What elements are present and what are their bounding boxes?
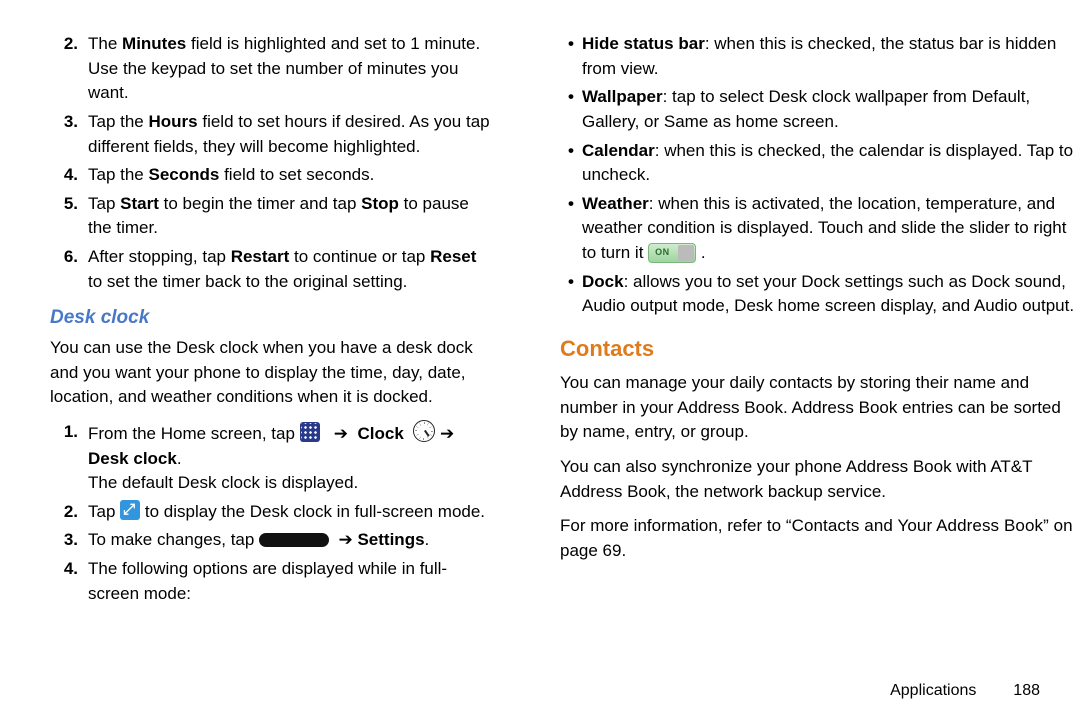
text: to display the Desk clock in full-screen… — [145, 502, 485, 521]
desk-step-2: 2. Tap to display the Desk clock in full… — [50, 500, 490, 525]
step-text: Tap the Hours field to set hours if desi… — [88, 110, 490, 159]
right-column: • Hide status bar: when this is checked,… — [510, 28, 1080, 610]
step-number: 3. — [50, 110, 88, 159]
bullet-dot: • — [560, 139, 582, 188]
bullet-text: Calendar: when this is checked, the cale… — [582, 139, 1080, 188]
desk-step-1: 1. From the Home screen, tap ➔ Clock ➔ D… — [50, 420, 490, 496]
step-number: 5. — [50, 192, 88, 241]
bullet-text: Dock: allows you to set your Dock settin… — [582, 270, 1080, 319]
step-number: 2. — [50, 500, 88, 525]
settings-label: Settings — [357, 530, 424, 549]
bullet-dot: • — [560, 192, 582, 266]
menu-key-icon — [259, 533, 329, 547]
bullet-text: Wallpaper: tap to select Desk clock wall… — [582, 85, 1080, 134]
step-number: 4. — [50, 557, 88, 606]
text: . — [701, 243, 706, 262]
contacts-paragraph-3: For more information, refer to “Contacts… — [560, 514, 1080, 563]
text: To make changes, tap — [88, 530, 259, 549]
step-text: Tap Start to begin the timer and tap Sto… — [88, 192, 490, 241]
bullet-calendar: • Calendar: when this is checked, the ca… — [560, 139, 1080, 188]
step-number: 2. — [50, 32, 88, 106]
bullet-wallpaper: • Wallpaper: tap to select Desk clock wa… — [560, 85, 1080, 134]
step-2: 2. The Minutes field is highlighted and … — [50, 32, 490, 106]
apps-grid-icon — [300, 422, 320, 442]
desk-clock-steps: 1. From the Home screen, tap ➔ Clock ➔ D… — [50, 420, 490, 606]
contacts-paragraph-1: You can manage your daily contacts by st… — [560, 371, 1080, 445]
step-text: Tap the Seconds field to set seconds. — [88, 163, 490, 188]
step-number: 6. — [50, 245, 88, 294]
step-number: 3. — [50, 528, 88, 553]
manual-page: 2. The Minutes field is highlighted and … — [0, 0, 1080, 610]
step-3: 3. Tap the Hours field to set hours if d… — [50, 110, 490, 159]
step-number: 1. — [50, 420, 88, 496]
step-text: To make changes, tap ➔ Settings. — [88, 528, 490, 553]
step-text: After stopping, tap Restart to continue … — [88, 245, 490, 294]
step-5: 5. Tap Start to begin the timer and tap … — [50, 192, 490, 241]
step-4: 4. Tap the Seconds field to set seconds. — [50, 163, 490, 188]
clock-icon — [413, 420, 435, 442]
desk-step-3: 3. To make changes, tap ➔ Settings. — [50, 528, 490, 553]
desk-clock-intro: You can use the Desk clock when you have… — [50, 336, 490, 410]
step-text: The Minutes field is highlighted and set… — [88, 32, 490, 106]
toggle-on-icon — [648, 243, 696, 263]
page-number: 188 — [1013, 682, 1040, 699]
bullet-dot: • — [560, 32, 582, 81]
desk-clock-heading: Desk clock — [50, 304, 490, 332]
text: Tap — [88, 502, 120, 521]
bullet-text: Weather: when this is activated, the loc… — [582, 192, 1080, 266]
section-name: Applications — [890, 682, 976, 699]
fullscreen-icon — [120, 500, 140, 520]
left-column: 2. The Minutes field is highlighted and … — [0, 28, 510, 610]
contacts-heading: Contacts — [560, 333, 1080, 365]
bullet-weather: • Weather: when this is activated, the l… — [560, 192, 1080, 266]
step-6: 6. After stopping, tap Restart to contin… — [50, 245, 490, 294]
text: The default Desk clock is displayed. — [88, 473, 358, 492]
desk-step-4: 4. The following options are displayed w… — [50, 557, 490, 606]
arrow: ➔ — [435, 424, 454, 443]
timer-steps-list: 2. The Minutes field is highlighted and … — [50, 32, 490, 294]
bullet-dock: • Dock: allows you to set your Dock sett… — [560, 270, 1080, 319]
text: For more information, refer to — [560, 516, 786, 535]
step-text: The following options are displayed whil… — [88, 557, 490, 606]
text: From the Home screen, tap — [88, 424, 300, 443]
contacts-paragraph-2: You can also synchronize your phone Addr… — [560, 455, 1080, 504]
desk-clock-label: Desk clock — [88, 449, 177, 468]
bullet-hide-status-bar: • Hide status bar: when this is checked,… — [560, 32, 1080, 81]
step-text: From the Home screen, tap ➔ Clock ➔ Desk… — [88, 420, 490, 496]
page-footer: Applications 188 — [890, 679, 1040, 702]
clock-label: Clock — [358, 424, 404, 443]
step-text: Tap to display the Desk clock in full-sc… — [88, 500, 490, 525]
bullet-text: Hide status bar: when this is checked, t… — [582, 32, 1080, 81]
cross-ref: “Contacts and Your Address Book” — [786, 516, 1049, 535]
step-number: 4. — [50, 163, 88, 188]
bullet-dot: • — [560, 85, 582, 134]
bullet-dot: • — [560, 270, 582, 319]
